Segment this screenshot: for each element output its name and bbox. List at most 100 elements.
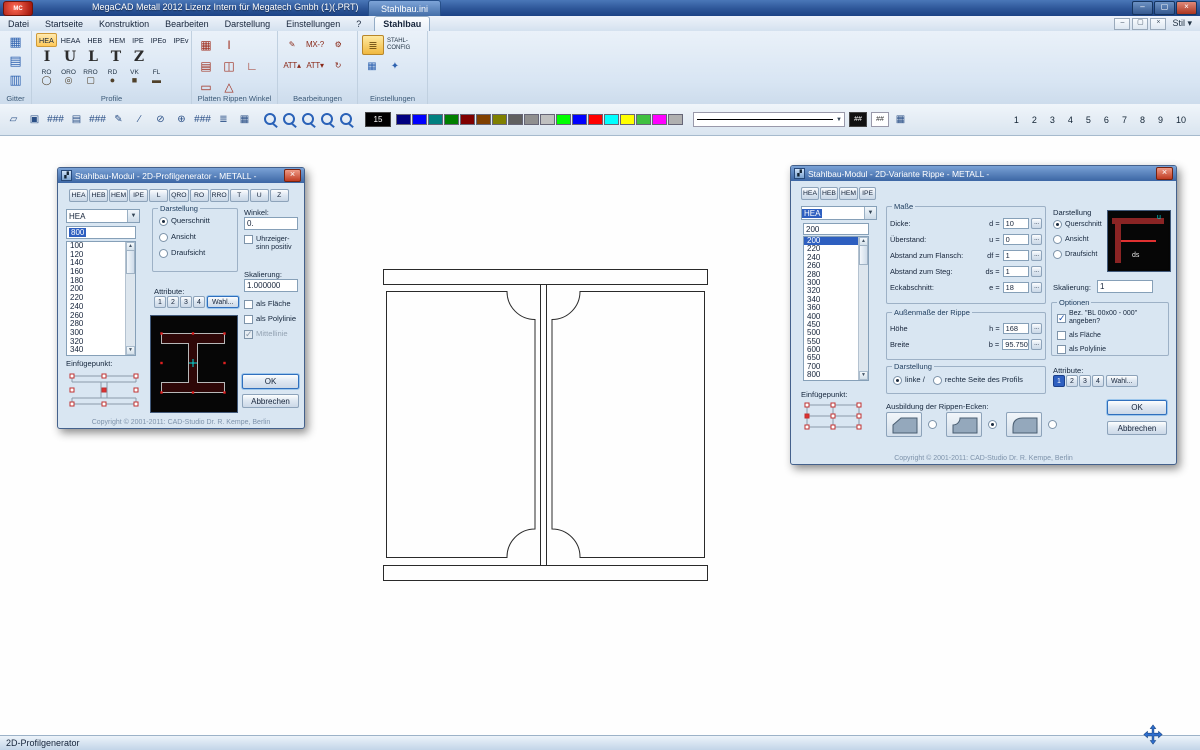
- layer-number-button[interactable]: 5: [1086, 115, 1091, 125]
- doc-close-icon[interactable]: ×: [1150, 18, 1166, 30]
- beam-profile-icon[interactable]: I: [219, 35, 239, 54]
- grid-fine-icon[interactable]: ▦: [6, 33, 26, 51]
- active-color-chip[interactable]: 15: [365, 112, 391, 127]
- attribute-wahl-button[interactable]: Wahl...: [1106, 375, 1138, 387]
- profile-type-button[interactable]: HEB: [820, 187, 838, 200]
- clipboard-icon[interactable]: ▤: [67, 110, 86, 130]
- hatch-fill-icon[interactable]: ###: [46, 110, 65, 130]
- rib-plate-icon[interactable]: ▤: [196, 56, 216, 75]
- profile-l-button[interactable]: L: [82, 47, 104, 67]
- attribute-button[interactable]: 1: [154, 296, 166, 308]
- refresh-icon[interactable]: ↻: [328, 56, 348, 75]
- profile-type-button[interactable]: HEA: [801, 187, 819, 200]
- masse-more-button[interactable]: ...: [1031, 234, 1042, 245]
- profile-ro-button[interactable]: RO ◯: [36, 67, 57, 86]
- color-swatch[interactable]: [588, 114, 603, 125]
- profile-i-button[interactable]: I: [36, 47, 58, 67]
- masse-input[interactable]: 10: [1003, 218, 1030, 229]
- insertion-point-selector[interactable]: [801, 399, 865, 435]
- close-icon[interactable]: ×: [1156, 167, 1173, 180]
- corner-fillet-button[interactable]: [1006, 412, 1042, 437]
- color-swatch[interactable]: [636, 114, 651, 125]
- layer-number-button[interactable]: 3: [1050, 115, 1055, 125]
- gear-icon[interactable]: ⚙: [328, 35, 348, 54]
- scroll-thumb[interactable]: [859, 245, 868, 265]
- doc-minimize-icon[interactable]: –: [1114, 18, 1130, 30]
- pattern-chip-dark[interactable]: ##: [849, 112, 867, 127]
- document-tab[interactable]: Stahlbau.ini: [368, 0, 441, 16]
- layer-number-button[interactable]: 7: [1122, 115, 1127, 125]
- profile-series-button[interactable]: IPEo: [148, 33, 170, 47]
- plate-icon[interactable]: ▦: [196, 35, 216, 54]
- masse-more-button[interactable]: ...: [1031, 250, 1042, 261]
- profile-series-combo[interactable]: HEA ▼: [66, 209, 140, 223]
- corner-notch-button[interactable]: [946, 412, 982, 437]
- hatch-pattern-icon[interactable]: ###: [193, 110, 212, 130]
- pen-icon[interactable]: ✎: [109, 110, 128, 130]
- zoom-window-icon[interactable]: [262, 111, 279, 128]
- profile-type-button[interactable]: HEM: [109, 189, 128, 202]
- option-checkbox[interactable]: als Fläche: [244, 300, 296, 309]
- profile-fl-button[interactable]: FL ▬: [146, 67, 167, 86]
- color-swatch[interactable]: [476, 114, 491, 125]
- attribute-button[interactable]: 4: [193, 296, 205, 308]
- masse-more-button[interactable]: ...: [1031, 282, 1042, 293]
- zoom-previous-icon[interactable]: [338, 111, 355, 128]
- layer-number-button[interactable]: 10: [1176, 115, 1186, 125]
- profile-rd-button[interactable]: RD ●: [102, 67, 123, 86]
- attribute-button[interactable]: 2: [1066, 375, 1078, 387]
- color-swatch[interactable]: [652, 114, 667, 125]
- maximize-icon[interactable]: ▢: [1154, 1, 1175, 15]
- size-list-item[interactable]: 340: [67, 346, 126, 355]
- seite-radio[interactable]: rechte Seite des Profils: [933, 376, 1023, 385]
- profile-type-button[interactable]: HEA: [69, 189, 88, 202]
- angle-icon[interactable]: ∟: [242, 56, 262, 75]
- drawing-area[interactable]: ▞ Stahlbau-Modul - 2D-Profilgenerator - …: [0, 136, 1200, 735]
- profile-type-button[interactable]: RRO: [210, 189, 229, 202]
- profile-type-button[interactable]: U: [250, 189, 269, 202]
- layer-number-button[interactable]: 8: [1140, 115, 1145, 125]
- color-swatch[interactable]: [668, 114, 683, 125]
- save-icon[interactable]: ▣: [25, 110, 44, 130]
- color-swatch[interactable]: [572, 114, 587, 125]
- chevron-down-icon[interactable]: ▼: [864, 207, 876, 219]
- linetype-selector[interactable]: ▼: [693, 112, 845, 127]
- profile-z-button[interactable]: Z: [128, 47, 150, 67]
- cell-grid-icon[interactable]: ▦: [891, 110, 910, 130]
- darstellung-radio[interactable]: Draufsicht: [1053, 250, 1102, 259]
- attribute-button[interactable]: 3: [1079, 375, 1091, 387]
- masse-input[interactable]: 18: [1003, 282, 1030, 293]
- menu-item[interactable]: Startseite: [37, 16, 91, 31]
- profile-series-combo[interactable]: HEA ▼: [801, 206, 877, 220]
- profile-type-button[interactable]: QRO: [169, 189, 188, 202]
- aussen-more-button[interactable]: ...: [1031, 339, 1042, 350]
- profile-vk-button[interactable]: VK ■: [124, 67, 145, 86]
- mx-query-icon[interactable]: MX-?: [305, 35, 325, 54]
- color-swatch[interactable]: [412, 114, 427, 125]
- profile-type-button[interactable]: HEB: [89, 189, 108, 202]
- color-swatch[interactable]: [492, 114, 507, 125]
- menu-item[interactable]: ?: [348, 16, 369, 31]
- profile-series-button[interactable]: HEM: [106, 33, 128, 47]
- color-swatch[interactable]: [604, 114, 619, 125]
- corner-notch-radio[interactable]: [988, 420, 1000, 429]
- layer-number-button[interactable]: 6: [1104, 115, 1109, 125]
- layer-number-button[interactable]: 1: [1014, 115, 1019, 125]
- chevron-down-icon[interactable]: ▼: [127, 210, 139, 222]
- color-swatch[interactable]: [620, 114, 635, 125]
- profile-type-button[interactable]: HEM: [839, 187, 858, 200]
- profile-series-button[interactable]: IPEv: [170, 33, 191, 47]
- scroll-thumb[interactable]: [126, 250, 135, 274]
- option-checkbox[interactable]: Mittellinie: [244, 330, 296, 339]
- darstellung-radio[interactable]: Ansicht: [159, 233, 237, 242]
- color-swatch[interactable]: [508, 114, 523, 125]
- corner-plate-icon[interactable]: ◫: [219, 56, 239, 75]
- scroll-down-icon[interactable]: ▼: [126, 346, 135, 355]
- stahl-config-icon[interactable]: ≣: [362, 35, 384, 55]
- attribute-up-icon[interactable]: ATT▴: [282, 56, 302, 75]
- doc-restore-icon[interactable]: ▢: [1132, 18, 1148, 30]
- attribute-button[interactable]: 4: [1092, 375, 1104, 387]
- seite-radio[interactable]: linke /: [893, 376, 925, 385]
- option-checkbox[interactable]: als Fläche: [1057, 331, 1168, 340]
- profile-type-button[interactable]: T: [230, 189, 249, 202]
